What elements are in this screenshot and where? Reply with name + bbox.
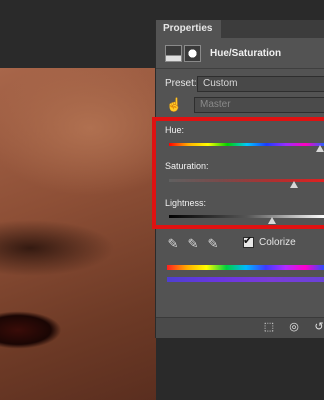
eyedropper-plus-icon[interactable]: ✎: [186, 236, 200, 252]
clip-to-layer-icon[interactable]: ⬚: [262, 321, 276, 334]
colorize-label: Colorize: [259, 237, 296, 248]
panel-tab-bar: [221, 20, 324, 38]
hand-tool-icon[interactable]: ☝: [166, 97, 182, 113]
preset-dropdown[interactable]: Custom: [197, 76, 324, 92]
divider: [156, 68, 324, 69]
reset-icon[interactable]: ↺: [312, 321, 324, 334]
adjusted-spectrum-bar: [167, 277, 324, 282]
color-spectrum-bar: [167, 265, 324, 270]
adjustment-title: Hue/Saturation: [210, 48, 282, 59]
eyedropper-tools: ✎ ✎ ✎: [166, 236, 220, 252]
histogram-icon[interactable]: [165, 45, 182, 62]
photo-canvas[interactable]: [0, 68, 160, 400]
colorize-checkbox[interactable]: ✔: [243, 235, 254, 248]
channel-dropdown[interactable]: Master: [194, 97, 324, 113]
eyedropper-icon[interactable]: ✎: [166, 236, 180, 252]
eyedropper-minus-icon[interactable]: ✎: [206, 236, 220, 252]
panel-footer: ⬚ ◎ ↺: [156, 317, 324, 338]
highlight-box: [152, 117, 324, 229]
dark-background-area: [156, 338, 324, 400]
layer-mask-icon[interactable]: [184, 45, 201, 62]
preset-label: Preset:: [165, 78, 197, 89]
tab-properties[interactable]: Properties: [156, 20, 221, 38]
view-previous-icon[interactable]: ◎: [287, 321, 301, 334]
checkmark-icon: ✔: [243, 235, 253, 247]
adjustment-icons: [165, 45, 201, 62]
